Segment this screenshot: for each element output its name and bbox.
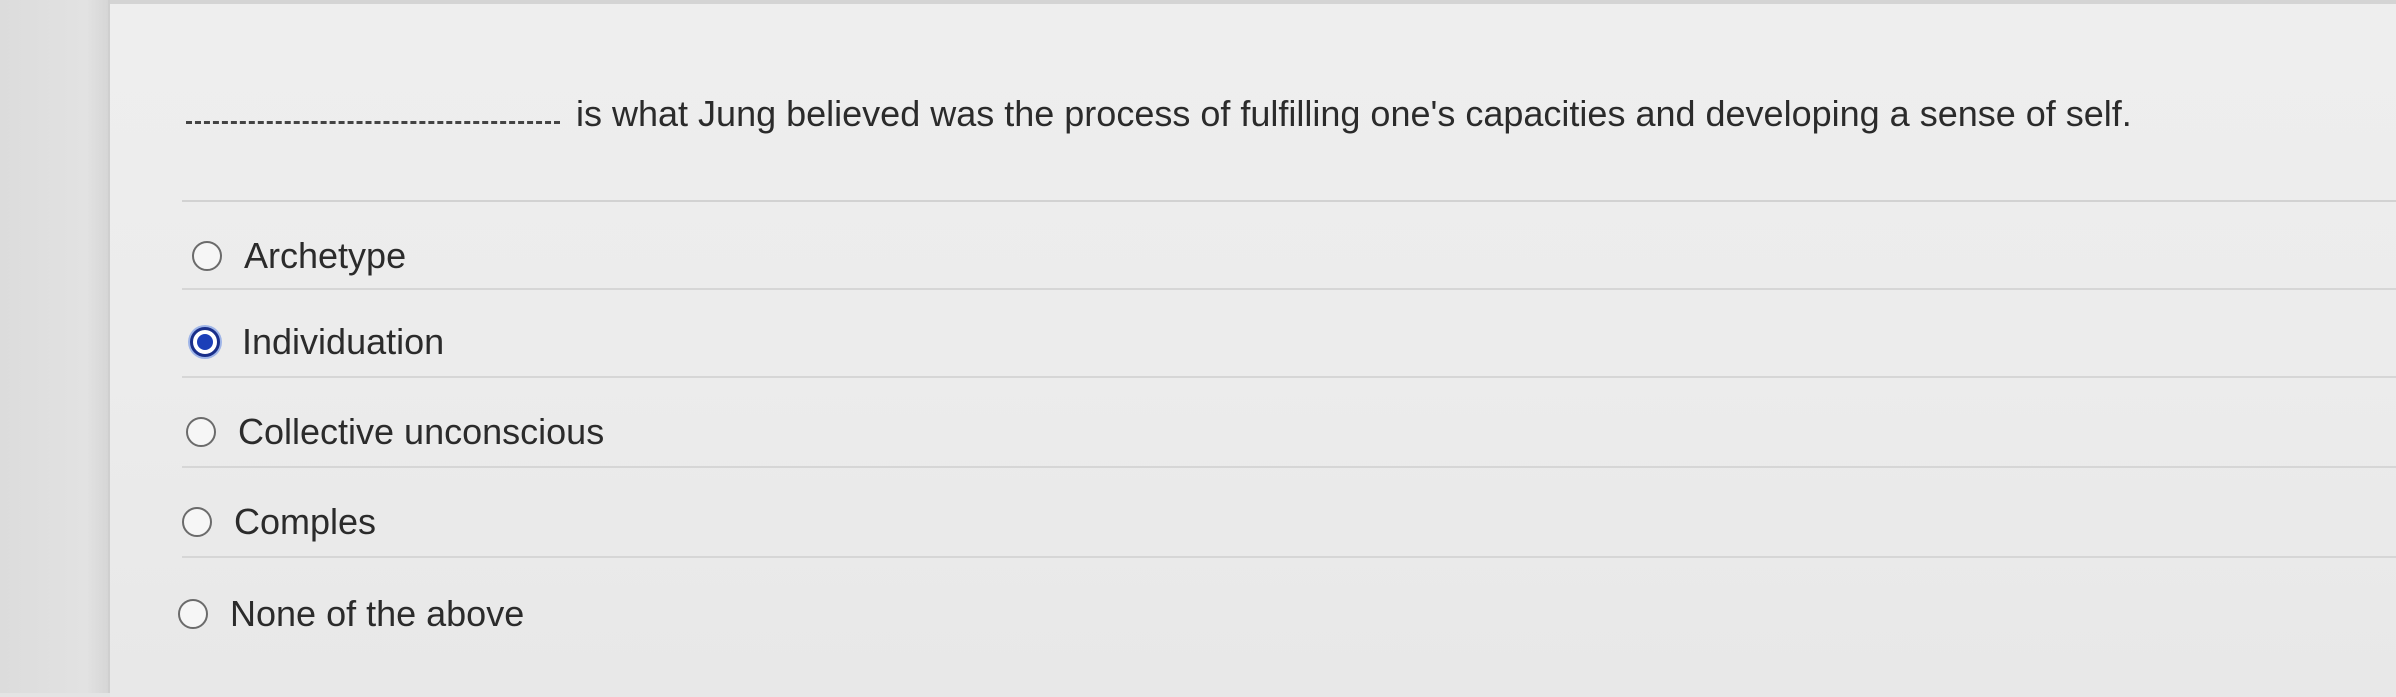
radio-button[interactable]	[178, 599, 208, 629]
question-text: is what Jung believed was the process of…	[576, 93, 2132, 134]
option-archetype[interactable]: Archetype	[192, 226, 406, 286]
option-none-of-the-above[interactable]: None of the above	[178, 584, 524, 644]
option-label: None of the above	[230, 593, 525, 634]
option-individuation[interactable]: Individuation	[190, 312, 444, 372]
radio-button[interactable]	[192, 241, 222, 271]
question-divider	[182, 200, 2396, 202]
option-divider	[182, 288, 2396, 290]
radio-button[interactable]	[182, 507, 212, 537]
option-divider	[182, 466, 2396, 468]
option-collective-unconscious[interactable]: Collective unconscious	[186, 402, 604, 462]
question-panel: is what Jung believed was the process of…	[110, 0, 2396, 697]
option-divider	[182, 556, 2396, 558]
radio-selected-dot	[197, 334, 213, 350]
option-comples[interactable]: Comples	[182, 492, 376, 552]
option-label: Collective unconscious	[238, 411, 605, 452]
radio-button-selected[interactable]	[190, 327, 220, 357]
option-label: Individuation	[242, 321, 445, 362]
question-prompt: is what Jung believed was the process of…	[186, 84, 2336, 144]
radio-button[interactable]	[186, 417, 216, 447]
option-label: Comples	[234, 501, 377, 542]
option-label: Archetype	[244, 235, 407, 276]
answer-blank	[186, 115, 560, 124]
option-divider	[182, 376, 2396, 378]
left-gutter	[0, 0, 110, 693]
